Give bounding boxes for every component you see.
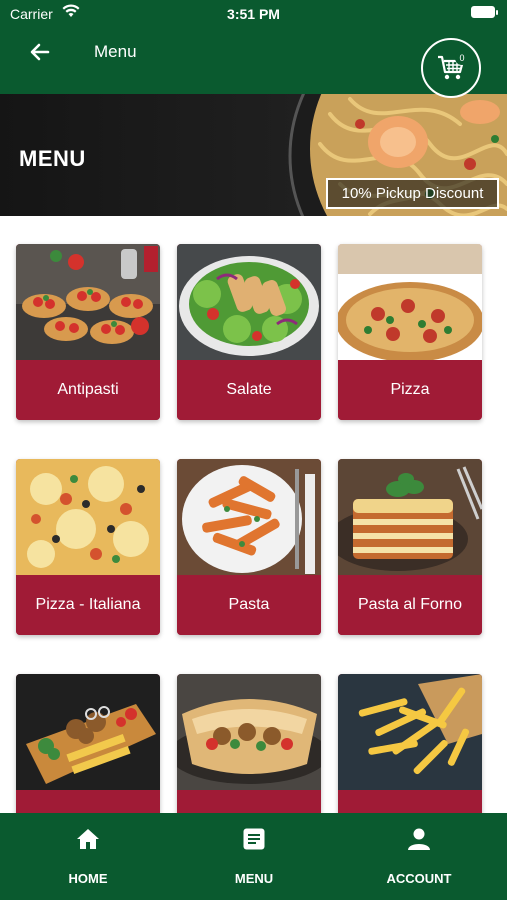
category-label: Pasta al Forno xyxy=(338,575,482,635)
lasagna-image xyxy=(338,459,482,575)
account-icon xyxy=(408,828,430,850)
nav-home[interactable]: HOME xyxy=(28,813,148,900)
category-card-pasta[interactable]: Pasta xyxy=(177,459,321,635)
status-bar: Carrier 3:51 PM xyxy=(0,0,507,28)
category-card-pizza[interactable]: Pizza xyxy=(338,244,482,420)
bottom-navigation: HOME MENU ACCOUNT xyxy=(0,813,507,900)
menu-list-icon xyxy=(243,828,265,850)
category-label: Pizza - Italiana xyxy=(16,575,160,635)
category-card-pizza-italiana[interactable]: Pizza - Italiana xyxy=(16,459,160,635)
category-card-antipasti[interactable]: Antipasti xyxy=(16,244,160,420)
page-title: Menu xyxy=(94,42,137,61)
pizza-image xyxy=(338,244,482,360)
nav-menu[interactable]: MENU xyxy=(194,813,314,900)
doner-image xyxy=(177,674,321,790)
category-label: Salate xyxy=(177,360,321,420)
clock: 3:51 PM xyxy=(227,6,280,22)
nav-menu-label: MENU xyxy=(234,871,274,886)
pasta-image xyxy=(177,459,321,575)
antipasti-image xyxy=(16,244,160,360)
nav-home-label: HOME xyxy=(68,871,108,886)
menu-hero-banner: MENU 10% Pickup Discount xyxy=(0,94,507,216)
back-arrow-icon[interactable] xyxy=(28,40,52,64)
salad-image xyxy=(177,244,321,360)
category-card-pasta-al-forno[interactable]: Pasta al Forno xyxy=(338,459,482,635)
category-card-salate[interactable]: Salate xyxy=(177,244,321,420)
category-label: Pizza xyxy=(338,360,482,420)
cart-button[interactable] xyxy=(421,38,481,98)
nav-account-label: ACCOUNT xyxy=(386,871,452,886)
nav-account[interactable]: ACCOUNT xyxy=(359,813,479,900)
kebab-plate-image xyxy=(16,674,160,790)
pickup-discount-badge: 10% Pickup Discount xyxy=(326,178,499,209)
hero-title: MENU xyxy=(19,146,86,171)
category-label: Antipasti xyxy=(16,360,160,420)
battery-icon xyxy=(471,6,498,18)
category-label: Pasta xyxy=(177,575,321,635)
pizza-italiana-image xyxy=(16,459,160,575)
home-icon xyxy=(77,829,99,849)
cart-count-badge: 0 xyxy=(455,51,469,65)
fries-image xyxy=(338,674,482,790)
